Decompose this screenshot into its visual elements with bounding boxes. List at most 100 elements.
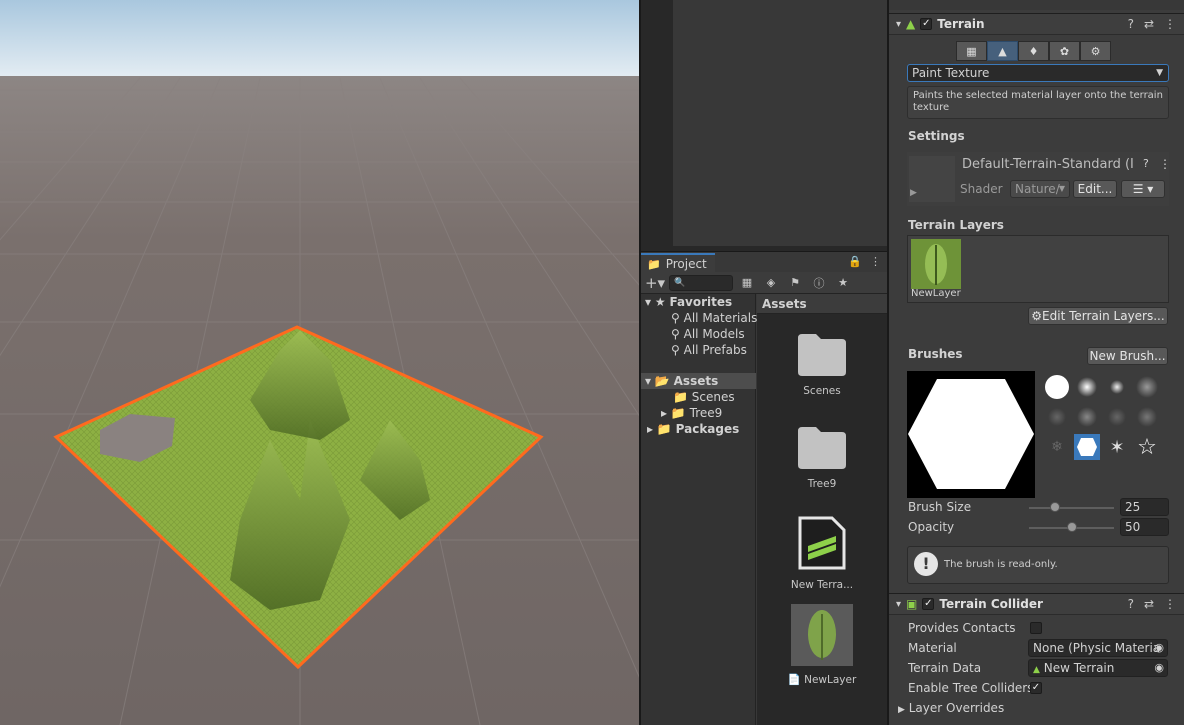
assets-breadcrumb[interactable]: Assets <box>757 294 887 314</box>
brush-star[interactable]: ☆ <box>1134 434 1160 460</box>
noise-brush-icon <box>1137 407 1157 427</box>
tree-item-tree9[interactable]: ▸ 📁 Tree9 <box>661 405 722 421</box>
collider-material-field[interactable]: None (Physic Materia ◉ <box>1028 639 1168 657</box>
scene-view[interactable] <box>0 0 639 725</box>
tree-item-label: Scenes <box>691 390 735 404</box>
expand-arrow-icon[interactable]: ▸ <box>647 422 653 436</box>
paint-details-icon: ✿ <box>1059 44 1070 58</box>
tab-project[interactable]: 📁 Project <box>641 253 715 273</box>
asset-item-new-terrain[interactable]: New Terra... <box>772 514 872 591</box>
opacity-field[interactable]: 50 <box>1120 518 1169 536</box>
paint-terrain-icon: ▲ <box>998 44 1007 58</box>
object-picker-icon[interactable]: ◉ <box>1154 640 1164 656</box>
tree-item-all-prefabs[interactable]: ⚲ All Prefabs <box>671 342 747 358</box>
tool-terrain-settings[interactable]: ⚙ <box>1080 41 1111 61</box>
foldout-arrow-icon[interactable]: ▾ <box>896 19 901 30</box>
terrain-enabled-checkbox[interactable]: ✓ <box>920 18 933 30</box>
settings-label: Settings <box>908 129 965 143</box>
terrain-component-header[interactable]: ▾ ▲ ✓ Terrain ? ⇄ ⋮ <box>889 13 1184 35</box>
presets-icon[interactable]: ⇄ <box>1144 597 1154 611</box>
brush-circle-soft[interactable] <box>1074 374 1100 400</box>
enable-tree-colliders-checkbox[interactable]: ✓ <box>1030 682 1042 694</box>
asset-label: New Terra... <box>790 579 854 591</box>
object-picker-icon[interactable]: ◉ <box>1154 660 1164 676</box>
brush-cloud[interactable] <box>1134 374 1160 400</box>
tree-item-all-materials[interactable]: ⚲ All Materials <box>671 310 757 326</box>
terrain-data-field[interactable]: ▲ New Terrain ◉ <box>1028 659 1168 677</box>
hierarchy-content <box>673 0 887 246</box>
layer-overrides-foldout[interactable]: ▶ Layer Overrides <box>898 701 1004 715</box>
brush-circle-small[interactable] <box>1104 374 1130 400</box>
asset-item-tree9[interactable]: Tree9 <box>772 425 872 490</box>
brush-circle-hard[interactable] <box>1044 374 1070 400</box>
expand-arrow-icon: ▶ <box>898 705 905 715</box>
edit-terrain-layers-button[interactable]: ⚙Edit Terrain Layers... <box>1028 307 1168 325</box>
tree-item-all-models[interactable]: ⚲ All Models <box>671 326 745 342</box>
terrain-collider-header[interactable]: ▾ ▣ ✓ Terrain Collider ? ⇄ ⋮ <box>889 593 1184 615</box>
tool-create-neighbor[interactable]: ▦ <box>956 41 987 61</box>
shader-dropdown[interactable]: Nature/▼ <box>1010 180 1070 198</box>
warning-icon[interactable]: ⓘ <box>809 274 829 292</box>
brush-noise-2[interactable] <box>1074 404 1100 430</box>
star-icon[interactable]: ★ <box>833 274 853 292</box>
brush-size-field[interactable]: 25 <box>1120 498 1169 516</box>
tree-item-assets[interactable]: ▾ 📂 Assets <box>641 373 756 389</box>
brush-noise-1[interactable] <box>1044 404 1070 430</box>
collider-enabled-checkbox[interactable]: ✓ <box>922 598 935 610</box>
folder-icon: 📁 <box>673 390 688 404</box>
collider-component-title: Terrain Collider <box>939 597 1043 611</box>
collapse-arrow-icon[interactable]: ▾ <box>645 295 651 309</box>
brush-grass[interactable]: ❄ <box>1044 434 1070 460</box>
brush-noise-3[interactable] <box>1104 404 1130 430</box>
project-panel: 📁 Project 🔒 ⋮ +▾ 🔍 ▦ ◈ ⚑ ⓘ ★ ▾ ★ Favorit… <box>641 251 887 725</box>
project-tree: ▾ ★ Favorites ⚲ All Materials ⚲ All Mode… <box>641 294 757 725</box>
paint-mode-dropdown[interactable]: Paint Texture ▼ <box>907 64 1169 82</box>
terrain-layer-icon <box>911 239 961 289</box>
lock-icon[interactable]: 🔒 <box>848 255 862 268</box>
help-icon[interactable]: ? <box>1128 597 1134 611</box>
search-by-type-icon[interactable]: ▦ <box>737 274 757 292</box>
search-by-label-icon[interactable]: ◈ <box>761 274 781 292</box>
foldout-arrow-icon[interactable]: ▾ <box>896 599 901 610</box>
more-menu-icon[interactable]: ⋮ <box>870 255 881 268</box>
tree-item-packages[interactable]: ▸ 📁 Packages <box>647 421 739 437</box>
asset-item-newlayer[interactable]: 📄 NewLayer <box>772 604 872 686</box>
terrain-layer-thumbnail[interactable] <box>911 239 961 289</box>
tool-paint-details[interactable]: ✿ <box>1049 41 1080 61</box>
shader-edit-button[interactable]: Edit... <box>1073 180 1117 198</box>
folder-icon <box>798 427 846 469</box>
tool-paint-terrain[interactable]: ▲ <box>987 41 1018 61</box>
more-menu-icon[interactable]: ⋮ <box>1164 597 1176 611</box>
tree-item-label: All Prefabs <box>683 343 747 357</box>
brush-hexagon[interactable] <box>1074 434 1100 460</box>
brush-noise-4[interactable] <box>1134 404 1160 430</box>
brush-size-slider-thumb[interactable] <box>1049 502 1060 512</box>
expand-arrow-icon[interactable]: ▶ <box>910 188 917 198</box>
scene-canvas[interactable] <box>0 0 639 725</box>
help-icon[interactable]: ? <box>1128 17 1134 31</box>
brush-preview <box>907 371 1035 498</box>
add-icon[interactable]: +▾ <box>645 274 665 292</box>
new-brush-button[interactable]: New Brush... <box>1087 347 1168 365</box>
more-menu-icon[interactable]: ⋮ <box>1164 17 1176 31</box>
noise-brush-icon <box>1048 408 1066 426</box>
expand-arrow-icon[interactable]: ▸ <box>661 406 667 420</box>
presets-icon[interactable]: ⇄ <box>1144 17 1154 31</box>
provides-contacts-checkbox[interactable] <box>1030 622 1042 634</box>
search-input[interactable]: 🔍 <box>669 274 733 291</box>
tree-item-favorites[interactable]: ▾ ★ Favorites <box>645 294 732 310</box>
noise-brush-icon <box>1108 408 1126 426</box>
more-menu-icon[interactable]: ⋮ <box>1159 157 1171 171</box>
shader-options-button[interactable]: ☰ ▾ <box>1121 180 1165 198</box>
tag-icon[interactable]: ⚑ <box>785 274 805 292</box>
help-icon[interactable]: ? <box>1143 157 1149 170</box>
brush-star-soft[interactable]: ✶ <box>1104 434 1130 460</box>
brush-size-slider-track[interactable] <box>1029 507 1114 509</box>
hexagon-brush-icon <box>1077 438 1097 456</box>
terrain-data-label: Terrain Data <box>908 661 982 675</box>
asset-item-scenes[interactable]: Scenes <box>772 332 872 397</box>
tool-paint-trees[interactable]: ♦ <box>1018 41 1049 61</box>
opacity-slider-thumb[interactable] <box>1066 522 1077 532</box>
collapse-arrow-icon[interactable]: ▾ <box>645 374 651 388</box>
tree-item-scenes[interactable]: 📁 Scenes <box>673 389 735 405</box>
